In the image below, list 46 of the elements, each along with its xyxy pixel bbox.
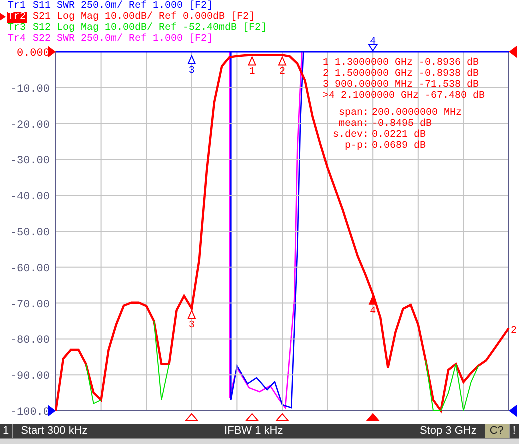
y-tick-label: -40.00 xyxy=(10,192,50,204)
marker-number: 4 xyxy=(370,306,376,318)
active-marker-number: 4 xyxy=(370,37,376,48)
marker-position-icon[interactable] xyxy=(184,413,199,422)
marker-number: 2 xyxy=(280,67,286,78)
marker-readout: 3 900.00000 MHz -71.538 dB xyxy=(323,80,480,91)
y-tick-label: -60.00 xyxy=(10,263,50,276)
y-tick-label: -30.00 xyxy=(10,156,50,168)
reference-arrow-icon xyxy=(48,46,56,58)
reference-arrow-icon xyxy=(48,405,56,417)
statistic-value: 200.0000000 MHz xyxy=(372,108,462,119)
trace-settings: S22 SWR 250.0m/ Ref 1.000 [F2] xyxy=(33,34,214,45)
marker-number: 1 xyxy=(249,67,256,78)
statistic-value: -0.8495 dB xyxy=(372,119,432,130)
start-frequency: Start 300 kHz xyxy=(21,424,88,438)
statistic-label: p-p: xyxy=(344,141,369,152)
statistic-value: 0.0221 dB xyxy=(372,130,426,141)
y-tick-label: -90.00 xyxy=(10,371,50,384)
marker-number: 3 xyxy=(188,320,195,332)
trace-settings: S11 SWR 250.0m/ Ref 1.000 [F2] xyxy=(33,1,214,12)
stop-frequency: Stop 3 GHz xyxy=(420,424,477,438)
reference-arrow-icon xyxy=(509,405,517,417)
statistic-label: mean: xyxy=(338,119,369,130)
statistic-value: 0.0689 dB xyxy=(372,141,426,152)
marker-readout: 2 1.5000000 GHz -0.8938 dB xyxy=(323,69,480,80)
y-tick-label: -10.00 xyxy=(10,84,50,96)
marker-readout: >4 2.1000000 GHz -67.480 dB xyxy=(323,91,486,102)
trace-settings: S12 Log Mag 10.00dB/ Ref -52.40mdB [F2] xyxy=(33,23,268,34)
y-tick-label: -70.00 xyxy=(10,299,50,312)
trace-end-label: 2 xyxy=(511,326,518,337)
marker-readout: 1 1.3000000 GHz -0.8936 dB xyxy=(323,58,480,69)
reference-arrow-icon xyxy=(509,46,517,58)
trace-name[interactable]: Tr2 xyxy=(7,12,28,23)
y-tick-label: -80.00 xyxy=(10,335,50,348)
if-bandwidth: IFBW 1 kHz xyxy=(224,424,284,438)
calibration-status[interactable]: C? xyxy=(484,424,509,438)
marker-position-icon[interactable] xyxy=(245,413,260,422)
statistic-label: s.dev: xyxy=(332,130,369,141)
marker-number: 3 xyxy=(188,66,195,77)
marker-position-icon[interactable] xyxy=(275,413,290,422)
trace-name[interactable]: Tr1 xyxy=(7,1,28,12)
statistic-label: span: xyxy=(338,108,369,119)
trace-settings: S21 Log Mag 10.00dB/ Ref 0.000dB [F2] xyxy=(33,12,256,23)
y-tick-label: -20.00 xyxy=(10,120,50,132)
marker-position-icon[interactable] xyxy=(366,413,380,422)
y-tick-label: -50.00 xyxy=(10,228,50,240)
